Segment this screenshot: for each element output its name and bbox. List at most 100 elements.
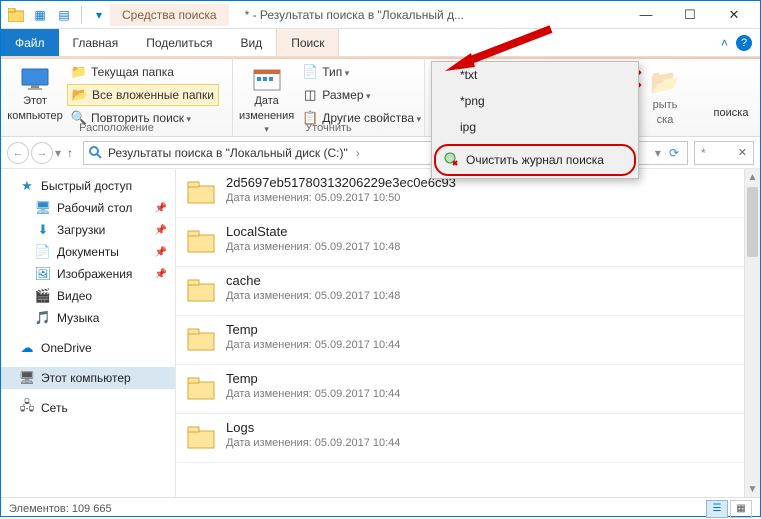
network-icon: 🖧 (19, 400, 35, 416)
maximize-button[interactable]: ☐ (668, 1, 712, 29)
recent-item-0[interactable]: *txt (432, 62, 638, 88)
nav-forward-button[interactable]: → (31, 142, 53, 164)
sidebar-quick-access[interactable]: ★ Быстрый доступ (1, 175, 175, 197)
downloads-icon: ⬇ (35, 222, 51, 238)
tab-share[interactable]: Поделиться (132, 29, 226, 56)
pictures-icon: 🖼 (35, 266, 51, 282)
group-refine-label: Уточнить (233, 122, 424, 134)
videos-icon: 🎬 (35, 288, 51, 304)
tab-search[interactable]: Поиск (276, 29, 339, 56)
folder-icon: 📁 (71, 64, 87, 80)
result-row[interactable]: TempДата изменения: 05.09.2017 10:44 (176, 365, 744, 414)
pin-icon: 📌 (155, 203, 167, 214)
current-folder-button[interactable]: 📁 Текущая папка (67, 61, 219, 83)
folder-icon (186, 273, 216, 307)
qat-newfolder-icon[interactable]: ▤ (53, 4, 75, 26)
open-label: рыть (653, 99, 678, 112)
nav-back-button[interactable]: ← (7, 142, 29, 164)
file-modified: Дата изменения: 05.09.2017 10:48 (226, 290, 734, 302)
close-search-button[interactable]: поиска (708, 65, 754, 134)
refresh-icon[interactable]: ⟳ (665, 146, 683, 160)
date-mod-label-1: Дата (254, 95, 278, 108)
sidebar-desktop[interactable]: 🖥 Рабочий стол 📌 (1, 197, 175, 219)
qat-customize-icon[interactable]: ▾ (88, 4, 110, 26)
monitor-icon (19, 65, 51, 93)
calendar-icon (251, 65, 283, 93)
sidebar-music[interactable]: 🎵 Музыка (1, 307, 175, 329)
this-pc-label: Этот компьютер (41, 371, 131, 385)
desktop-label: Рабочий стол (57, 201, 132, 215)
nav-history-button[interactable]: ▾ (55, 146, 61, 160)
sidebar-pictures[interactable]: 🖼 Изображения 📌 (1, 263, 175, 285)
recent-searches-menu: *txt *png ipg Очистить журнал поиска (431, 61, 639, 179)
minimize-button[interactable]: — (624, 1, 668, 29)
type-icon: 📄 (302, 64, 318, 80)
clear-search-history[interactable]: Очистить журнал поиска (434, 144, 636, 176)
size-button[interactable]: ◫ Размер (298, 84, 425, 106)
explorer-icon (5, 4, 27, 26)
type-label: Тип (322, 65, 349, 79)
tab-file[interactable]: Файл (1, 29, 59, 56)
search-text: * (701, 146, 706, 160)
pin-icon: 📌 (155, 247, 167, 258)
view-details-button[interactable]: ☰ (706, 500, 728, 518)
open-location-button[interactable]: 📂 рыть ска (640, 65, 690, 134)
pictures-label: Изображения (57, 267, 132, 281)
onedrive-label: OneDrive (41, 341, 92, 355)
type-button[interactable]: 📄 Тип (298, 61, 425, 83)
result-row[interactable]: LocalStateДата изменения: 05.09.2017 10:… (176, 218, 744, 267)
folder-icon (186, 371, 216, 405)
file-modified: Дата изменения: 05.09.2017 10:44 (226, 437, 734, 449)
folder-icon (186, 175, 216, 209)
documents-icon: 📄 (35, 244, 51, 260)
file-modified: Дата изменения: 05.09.2017 10:44 (226, 339, 734, 351)
clear-history-icon (444, 152, 460, 168)
scroll-up-icon[interactable]: ▲ (745, 169, 760, 185)
network-label: Сеть (41, 401, 68, 415)
folder-icon (186, 322, 216, 356)
scroll-down-icon[interactable]: ▼ (745, 481, 760, 497)
result-row[interactable]: cacheДата изменения: 05.09.2017 10:48 (176, 267, 744, 316)
scroll-thumb[interactable] (747, 187, 758, 257)
search-input[interactable]: * ✕ (694, 141, 754, 165)
music-label: Музыка (57, 311, 99, 325)
file-name: LocalState (226, 224, 734, 239)
sidebar-videos[interactable]: 🎬 Видео (1, 285, 175, 307)
help-icon[interactable]: ? (736, 35, 752, 51)
quick-access-label: Быстрый доступ (41, 179, 132, 193)
view-icons-button[interactable]: ▦ (730, 500, 752, 518)
qat-properties-icon[interactable]: ▦ (29, 4, 51, 26)
close-button[interactable]: ✕ (712, 1, 756, 29)
ribbon-collapse-icon[interactable]: ˄ (721, 36, 728, 50)
all-subfolders-button[interactable]: 📂 Все вложенные папки (67, 84, 219, 106)
results-list: 2d5697eb51780313206229e3ec0e6c93Дата изм… (176, 169, 744, 497)
pin-icon: 📌 (155, 269, 167, 280)
search-clear-icon[interactable]: ✕ (738, 146, 747, 159)
context-tab-search-tools: Средства поиска (110, 4, 229, 26)
result-row[interactable]: TempДата изменения: 05.09.2017 10:44 (176, 316, 744, 365)
sidebar-documents[interactable]: 📄 Документы 📌 (1, 241, 175, 263)
file-modified: Дата изменения: 05.09.2017 10:50 (226, 192, 734, 204)
file-name: Temp (226, 371, 734, 386)
window-title: * - Результаты поиска в "Локальный д... (229, 8, 624, 22)
recent-item-1[interactable]: *png (432, 88, 638, 114)
star-icon: ★ (19, 178, 35, 194)
tab-view[interactable]: Вид (226, 29, 276, 56)
pin-icon: 📌 (155, 225, 167, 236)
sidebar-downloads[interactable]: ⬇ Загрузки 📌 (1, 219, 175, 241)
sidebar-network[interactable]: 🖧 Сеть (1, 397, 175, 419)
tab-home[interactable]: Главная (59, 29, 133, 56)
nav-up-button[interactable]: ↑ (63, 146, 77, 160)
recent-item-2[interactable]: ipg (432, 114, 638, 140)
this-pc-label-1: Этот (23, 95, 47, 108)
sidebar-this-pc[interactable]: 🖥 Этот компьютер (1, 367, 175, 389)
addr-dropdown-icon[interactable]: ▾ (655, 146, 661, 160)
result-row[interactable]: LogsДата изменения: 05.09.2017 10:44 (176, 414, 744, 463)
close-search-l2: поиска (714, 107, 749, 120)
all-subfolders-label: Все вложенные папки (92, 88, 214, 102)
breadcrumb[interactable]: Результаты поиска в "Локальный диск (C:)… (108, 146, 360, 160)
music-icon: 🎵 (35, 310, 51, 326)
sidebar-onedrive[interactable]: ☁ OneDrive (1, 337, 175, 359)
vertical-scrollbar[interactable]: ▲ ▼ (744, 169, 760, 497)
size-icon: ◫ (302, 87, 318, 103)
